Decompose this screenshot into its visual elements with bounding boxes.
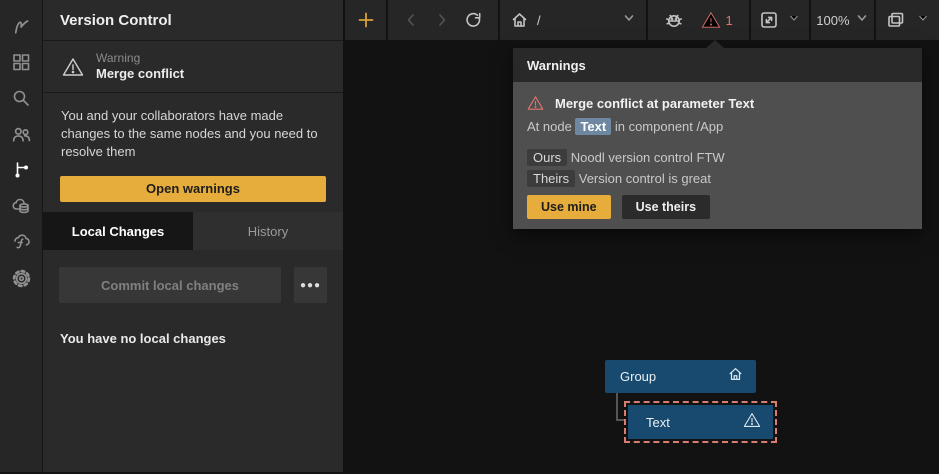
ours-value: Noodl version control FTW — [571, 150, 725, 165]
warning-count-badge: 1 — [726, 13, 733, 28]
open-warnings-button[interactable]: Open warnings — [60, 176, 326, 202]
fit-screen-dropdown[interactable] — [787, 11, 801, 30]
popup-header: Warnings — [513, 48, 922, 82]
text-node[interactable]: Text — [628, 405, 773, 439]
editor-toolbar: / 1 100% — [345, 0, 939, 40]
conflict-title: Merge conflict at parameter Text — [555, 96, 754, 111]
panel-title: Version Control — [60, 12, 172, 29]
theirs-row: Theirs Version control is great — [527, 171, 908, 186]
fit-screen-button[interactable] — [759, 0, 779, 40]
commit-row: Commit local changes ●●● — [59, 267, 327, 303]
no-local-changes-message: You have no local changes — [60, 331, 226, 346]
node-connector — [616, 393, 618, 421]
version-control-panel: Version Control Warning Merge conflict Y… — [43, 0, 343, 472]
chevron-down-icon — [787, 11, 801, 25]
back-button[interactable] — [403, 0, 419, 40]
chevron-right-icon — [434, 12, 450, 28]
plus-icon — [357, 11, 375, 29]
chevron-left-icon — [403, 12, 419, 28]
add-node-button[interactable] — [357, 0, 375, 40]
panel-header: Version Control — [43, 0, 343, 41]
text-node-conflict-outline[interactable]: Text — [624, 401, 777, 443]
fit-screen-icon — [759, 10, 779, 30]
search-icon[interactable] — [3, 80, 39, 116]
node-label: Group — [620, 369, 727, 384]
merge-conflict-summary: Warning Merge conflict — [43, 41, 343, 93]
component-path-label: / — [537, 13, 622, 28]
noodl-logo-icon[interactable] — [3, 8, 39, 44]
refresh-button[interactable] — [464, 0, 483, 40]
cloud-data-icon[interactable] — [3, 188, 39, 224]
debug-button[interactable] — [664, 0, 684, 40]
popup-title: Warnings — [527, 58, 586, 73]
icon-sidebar — [0, 0, 43, 472]
home-icon — [510, 11, 529, 29]
viewports-button[interactable] — [885, 0, 906, 40]
warning-triangle-icon — [743, 412, 761, 428]
node-label: Text — [646, 415, 743, 430]
use-mine-button[interactable]: Use mine — [527, 195, 611, 219]
warning-name-label: Merge conflict — [96, 66, 184, 82]
panel-tabs: Local Changes History — [43, 212, 343, 250]
ours-row: Ours Noodl version control FTW — [527, 150, 908, 165]
app-window: Version Control Warning Merge conflict Y… — [0, 0, 939, 474]
location-prefix: At node — [527, 119, 572, 134]
refresh-icon — [464, 11, 483, 30]
viewports-dropdown[interactable] — [916, 11, 930, 30]
home-icon — [727, 366, 744, 382]
warning-triangle-icon — [527, 95, 544, 111]
bug-icon — [664, 10, 684, 30]
cloud-functions-icon[interactable] — [3, 224, 39, 260]
warning-triangle-icon — [701, 11, 721, 29]
chevron-down-icon — [855, 11, 869, 25]
theirs-chip: Theirs — [527, 170, 575, 187]
theirs-value: Version control is great — [579, 171, 711, 186]
popup-notch — [706, 40, 724, 48]
component-path-dropdown[interactable]: / — [500, 0, 646, 40]
warning-kind-label: Warning — [96, 51, 184, 66]
use-theirs-button[interactable]: Use theirs — [622, 195, 710, 219]
chevron-down-icon — [916, 11, 930, 25]
tab-local-changes[interactable]: Local Changes — [43, 212, 193, 250]
warning-triangle-icon — [62, 57, 84, 77]
ellipsis-icon: ●●● — [300, 280, 321, 291]
zoom-dropdown[interactable]: 100% — [811, 0, 874, 40]
ours-chip: Ours — [527, 149, 567, 166]
version-control-icon[interactable] — [3, 152, 39, 188]
node-name-chip: Text — [575, 118, 611, 135]
warnings-button[interactable]: 1 — [701, 11, 733, 29]
settings-icon[interactable] — [3, 260, 39, 296]
viewports-icon — [885, 10, 906, 30]
forward-button[interactable] — [434, 0, 450, 40]
conflict-location: At node Text in component /App — [527, 119, 908, 134]
more-options-button[interactable]: ●●● — [294, 267, 327, 303]
group-node[interactable]: Group — [605, 360, 756, 393]
conflict-description: You and your collaborators have made cha… — [43, 93, 343, 161]
commit-local-changes-button[interactable]: Commit local changes — [59, 267, 281, 303]
warnings-popup: Warnings Merge conflict at parameter Tex… — [513, 48, 922, 229]
tab-history[interactable]: History — [193, 212, 343, 250]
chevron-down-icon — [622, 11, 636, 25]
location-suffix: in component /App — [615, 119, 723, 134]
components-icon[interactable] — [3, 44, 39, 80]
zoom-level-label: 100% — [816, 13, 849, 28]
collaborators-icon[interactable] — [3, 116, 39, 152]
popup-body: Merge conflict at parameter Text At node… — [513, 82, 922, 229]
